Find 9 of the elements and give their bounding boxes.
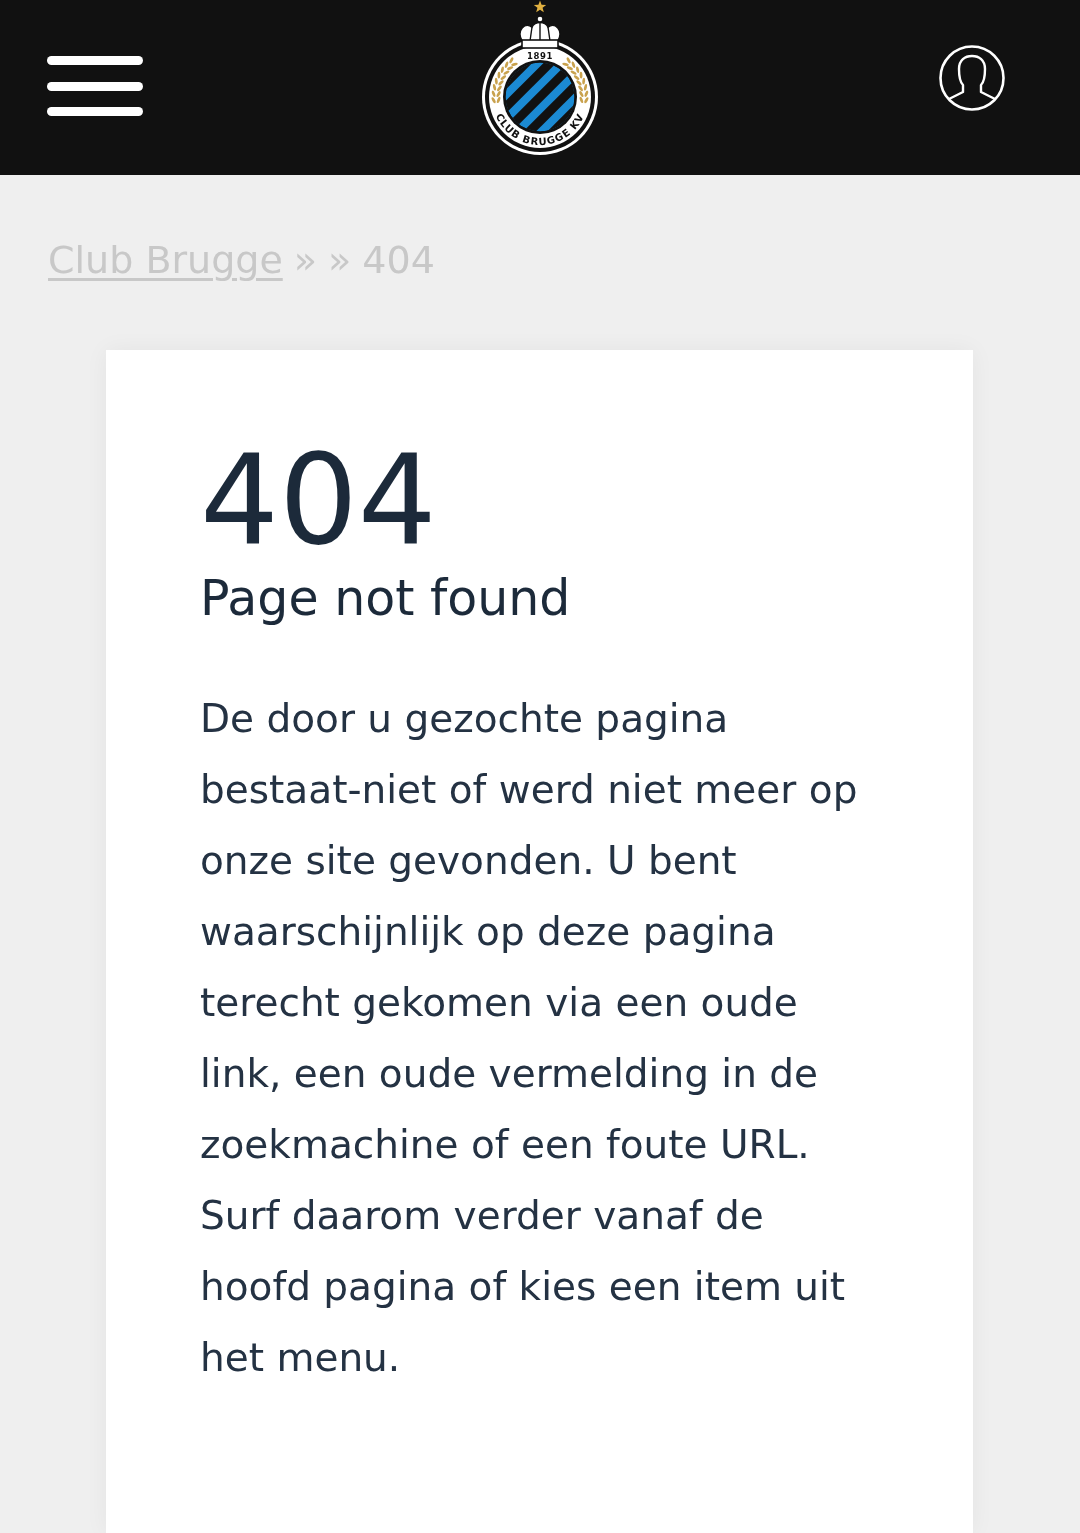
error-message: De door u gezochte pagina bestaat-niet of werd niet meer op onze site gevonden. U bent waarschijnlijk op deze pagina terecht gekomen via een oude link, een oude vermelding in de zoekmachine of een foute URL. Surf daarom verder vanaf de hoofd pagina of kies een item uit het menu. — [200, 694, 859, 1382]
club-crest-logo[interactable] — [482, 0, 598, 155]
menu-icon[interactable] — [47, 56, 143, 116]
crest-year-text: 1891 — [526, 50, 554, 61]
breadcrumb-separator: » — [328, 237, 352, 284]
breadcrumb-separator: » — [293, 237, 318, 284]
error-title: Page not found — [200, 570, 572, 629]
error-code: 404 — [200, 438, 438, 562]
user-icon[interactable] — [938, 44, 1006, 112]
